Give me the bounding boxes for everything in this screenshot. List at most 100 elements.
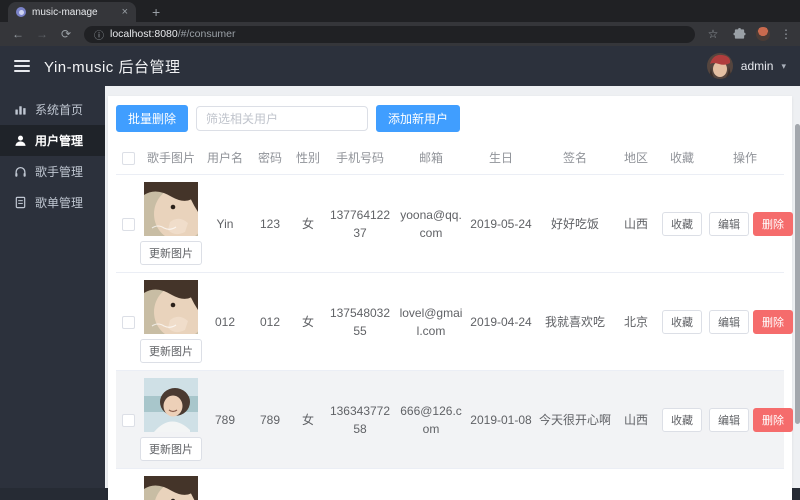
url-bar[interactable]: ⓘ localhost:8080/#/consumer (84, 25, 695, 43)
bookmark-star-icon[interactable]: ☆ (703, 27, 723, 41)
favorite-button[interactable]: 收藏 (662, 407, 702, 432)
col-header-gender: 性别 (292, 141, 324, 175)
cell-birthday: 2019-01-08 (466, 370, 536, 469)
cell-region: 山西 (614, 174, 658, 273)
site-info-icon[interactable]: ⓘ (94, 27, 104, 42)
browser-toolbar: ← → ⟳ ⓘ localhost:8080/#/consumer ☆ ⋮ (0, 22, 800, 46)
row-checkbox[interactable] (121, 315, 135, 329)
main-content: 批量删除 添加新用户 歌手图片 用户名 密码 性别 (105, 86, 800, 500)
cell-signature: 我就喜欢吃 (536, 272, 614, 371)
site-favicon-icon (16, 7, 26, 17)
url-path: /#/consumer (177, 28, 236, 40)
user-table-body: 更新图片 Yin 123 女 13776412237 yoona@qq.com … (116, 174, 793, 500)
cell-username: tawuhen (202, 468, 248, 500)
favorite-button[interactable]: 收藏 (662, 211, 702, 236)
sidebar-item-label: 歌单管理 (35, 196, 84, 210)
cell-email: yoona@qq.com (396, 174, 466, 273)
edit-button[interactable]: 编辑 (709, 309, 749, 334)
sidebar-item-label: 歌手管理 (35, 165, 84, 179)
cell-signature: 好好吃饭 (536, 174, 614, 273)
close-tab-icon[interactable]: × (122, 6, 128, 18)
browser-tab-strip: music-manage × + (0, 0, 800, 22)
cell-region: 北京 (614, 468, 658, 500)
cell-birthday: 2019-04-24 (466, 272, 536, 371)
user-photo (144, 182, 198, 236)
user-photo (144, 280, 198, 334)
sidebar: 系统首页 用户管理 歌手管理 歌单管理 (0, 86, 105, 488)
forward-icon[interactable]: → (32, 27, 52, 41)
sidebar-item-users[interactable]: 用户管理 (0, 125, 105, 156)
col-header-operation: 操作 (706, 141, 784, 175)
update-image-button[interactable]: 更新图片 (140, 241, 202, 265)
sidebar-item-singers[interactable]: 歌手管理 (0, 156, 105, 187)
table-row: 更新图片 789 789 女 13634377258 666@126.com 2… (116, 370, 793, 469)
headset-icon (15, 166, 26, 177)
extensions-puzzle-icon[interactable] (733, 27, 746, 41)
cell-signature: 你好 (536, 468, 614, 500)
table-row: 更新图片 tawuhen 123 女 192673541@qq.com 2019… (116, 468, 784, 500)
add-user-button[interactable]: 添加新用户 (376, 105, 461, 132)
row-checkbox[interactable] (121, 413, 135, 427)
favorite-button[interactable]: 收藏 (662, 309, 702, 334)
cell-username: 012 (202, 272, 248, 371)
browser-tab[interactable]: music-manage × (8, 2, 136, 22)
cell-phone: 13776412237 (324, 174, 396, 273)
select-all-checkbox[interactable] (121, 151, 135, 165)
url-host: localhost:8080 (110, 28, 178, 40)
edit-button[interactable]: 编辑 (709, 211, 749, 236)
table-header-row: 歌手图片 用户名 密码 性别 手机号码 邮箱 生日 签名 地区 收藏 操作 (116, 141, 784, 175)
hamburger-menu-icon[interactable] (14, 60, 30, 72)
delete-button[interactable]: 删除 (753, 407, 793, 432)
sidebar-item-label: 用户管理 (35, 134, 84, 148)
reload-icon[interactable]: ⟳ (56, 27, 76, 41)
chevron-down-icon: ▾ (781, 60, 786, 71)
batch-delete-button[interactable]: 批量删除 (116, 105, 189, 132)
edit-button[interactable]: 编辑 (709, 407, 749, 432)
user-photo (144, 476, 198, 500)
cell-gender: 女 (292, 272, 324, 371)
cell-birthday: 2019-05-24 (466, 174, 536, 273)
back-icon[interactable]: ← (8, 27, 28, 41)
cell-phone: 13634377258 (324, 370, 396, 469)
update-image-button[interactable]: 更新图片 (140, 339, 202, 363)
cell-region: 山西 (614, 370, 658, 469)
cell-gender: 女 (292, 370, 324, 469)
col-header-password: 密码 (248, 141, 292, 175)
scrollbar-thumb[interactable] (795, 124, 800, 424)
cell-gender: 女 (292, 174, 324, 273)
row-checkbox[interactable] (121, 217, 135, 231)
update-image-button[interactable]: 更新图片 (140, 437, 202, 461)
new-tab-button[interactable]: + (146, 2, 166, 22)
col-header-phone: 手机号码 (324, 141, 396, 175)
delete-button[interactable]: 删除 (753, 309, 793, 334)
admin-avatar[interactable] (706, 53, 733, 79)
cell-password: 789 (248, 370, 292, 469)
cell-username: 789 (202, 370, 248, 469)
users-table: 歌手图片 用户名 密码 性别 手机号码 邮箱 生日 签名 地区 收藏 操作 更新… (116, 141, 793, 500)
cell-region: 北京 (614, 272, 658, 371)
cell-username: Yin (202, 174, 248, 273)
cell-password: 123 (248, 468, 292, 500)
table-row: 更新图片 Yin 123 女 13776412237 yoona@qq.com … (116, 174, 793, 273)
cell-email: lovel@gmail.com (396, 272, 466, 371)
app-title: Yin-music 后台管理 (44, 58, 181, 76)
user-menu[interactable]: admin ▾ (706, 53, 786, 79)
cell-password: 123 (248, 174, 292, 273)
tab-title: music-manage (32, 6, 98, 18)
delete-button[interactable]: 删除 (753, 211, 793, 236)
browser-menu-icon[interactable]: ⋮ (780, 27, 792, 41)
filter-users-input[interactable] (196, 106, 369, 131)
table-row: 更新图片 012 012 女 13754803255 lovel@gmail.c… (116, 272, 793, 371)
cell-email: 666@126.com (396, 370, 466, 469)
bar-chart-icon (15, 106, 26, 115)
user-photo (144, 378, 198, 432)
app-header: Yin-music 后台管理 admin ▾ (0, 46, 800, 86)
cell-phone (324, 468, 396, 500)
browser-profile-avatar[interactable] (756, 27, 770, 41)
col-header-region: 地区 (614, 141, 658, 175)
col-header-photo: 歌手图片 (140, 141, 202, 175)
cell-birthday: 2019-04-25 (466, 468, 536, 500)
sidebar-item-playlists[interactable]: 歌单管理 (0, 187, 105, 218)
sidebar-item-dashboard[interactable]: 系统首页 (0, 94, 105, 125)
user-management-card: 批量删除 添加新用户 歌手图片 用户名 密码 性别 (108, 96, 793, 500)
